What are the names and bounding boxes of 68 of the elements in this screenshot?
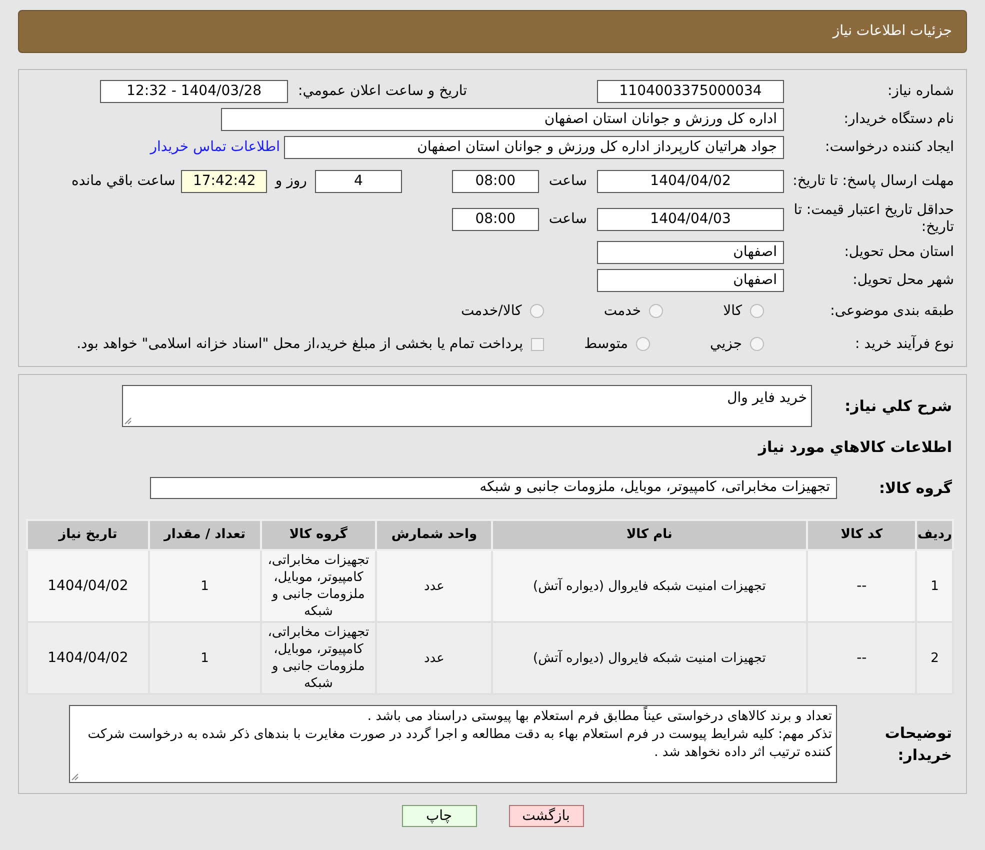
radio-label: متوسط [584,334,628,354]
radio-button[interactable] [649,304,664,318]
table-cell: 1404/04/02 [27,622,149,694]
field-label: گروه کالا: [878,478,952,499]
field-label: تاريخ و ساعت اعلان عمومي: [298,83,467,100]
field-label: مهلت ارسال پاسخ: تا تاریخ: [792,173,954,190]
column-header: نام کالا [492,520,807,550]
contact-link[interactable]: اطلاعات تماس خریدار [150,137,280,158]
field-label: ساعت باقي مانده [72,173,176,190]
field-label: استان محل تحویل: [843,244,954,261]
field-label: شماره نیاز: [886,83,954,100]
text-field[interactable]: 4 [314,170,402,193]
text-field[interactable]: تجهیزات مخابراتی، کامپیوتر، موبایل، ملزومات جانبی و شبکه [150,476,837,499]
radio-label: کالا [723,302,742,320]
resize-grip-icon [71,773,79,781]
column-header: تاریخ نیاز [27,520,149,550]
field-label: توضیحات خریدار: [884,722,952,766]
text-field[interactable]: اصفهان [597,269,784,292]
table-cell: -- [806,622,916,694]
table-cell: تجهیزات مخابراتی، کامپیوتر، موبایل، ملزومات جانبی و شبکه [260,622,376,694]
text-field[interactable]: 1404/03/28 - 12:32 [100,80,288,103]
field-label: نام دستگاه خریدار: [842,111,954,128]
text-field[interactable]: 1404/04/03 [597,208,784,230]
section-title: اطلاعات کالاهاي مورد نياز [756,437,952,458]
field-label: ایجاد کننده درخواست: [824,139,954,156]
radio-label: خدمت [604,302,642,320]
field-label: شرح کلي نياز: [844,396,952,417]
text-field[interactable]: 08:00 [452,170,539,193]
table-cell: تجهیزات امنیت شبکه فایروال (دیواره آتش) [492,622,807,694]
column-header: کد کالا [806,520,916,550]
notes-box[interactable] [69,705,837,783]
text-field[interactable]: اصفهان [597,241,784,264]
text-field[interactable]: اداره کل ورزش و جوانان استان اصفهان [221,108,784,131]
field-label: حداقل تاریخ اعتبار قیمت: تا تاریخ: [792,202,954,236]
back-button[interactable]: بازگشت [508,805,584,827]
radio-button[interactable] [530,304,544,318]
radio-button[interactable] [750,337,764,351]
table-cell: 2 [916,622,953,694]
description-box[interactable]: خرید فایر وال [122,385,812,427]
field-label: روز و [275,173,307,190]
resize-grip-icon [124,417,132,425]
text-field[interactable]: 1104003375000034 [597,80,784,103]
table-cell: 1 [148,622,261,694]
text-field[interactable]: 1404/04/02 [597,170,784,193]
text-field[interactable]: جواد هراتیان کارپرداز اداره کل ورزش و جوانان استان اصفهان [284,136,784,159]
radio-button[interactable] [750,304,764,318]
text-field[interactable]: 08:00 [452,208,539,230]
column-header: گروه کالا [260,520,376,550]
print-button[interactable]: چاپ [402,805,476,827]
field-label: شهر محل تحویل: [852,272,954,289]
field-label: نوع فرآیند خرید : [854,336,954,352]
notes-text: تعداد و برند کالاهای درخواستی عیناً مطابق فرم استعلام بها پیوستی دراسناد می باشد . [74,708,832,726]
radio-label: کالا/خدمت [460,302,522,320]
column-header: رديف [916,520,953,550]
table-cell: عدد [376,622,492,694]
checkbox-label: پرداخت تمام یا بخشی از مبلغ خرید،از محل "اسناد خزانه اسلامی" خواهد بود. [76,334,524,354]
checkbox[interactable] [531,338,544,350]
radio-label: جزيي [710,334,742,354]
field-label: ساعت [548,210,587,228]
field-label: ساعت [548,173,587,190]
notes-text: تذکر مهم: کلیه شرایط پیوست در فرم استعلام بهاء به دقت مطالعه و اجرا گردد در صورت مغایرت با بندهای ذکر شده به درخواست شرکت کننده ترتیب اثر داده نخواهد شد . [86,726,832,762]
table-cell: 1 [916,550,953,622]
column-header: واحد شمارش [376,520,492,550]
radio-button[interactable] [636,337,650,351]
field-label: طبقه بندی موضوعی: [829,302,954,320]
text-field[interactable]: 17:42:42 [181,170,268,193]
page-title: جزئیات اطلاعات نیاز [832,22,952,41]
column-header: تعداد / مقدار [148,520,261,550]
